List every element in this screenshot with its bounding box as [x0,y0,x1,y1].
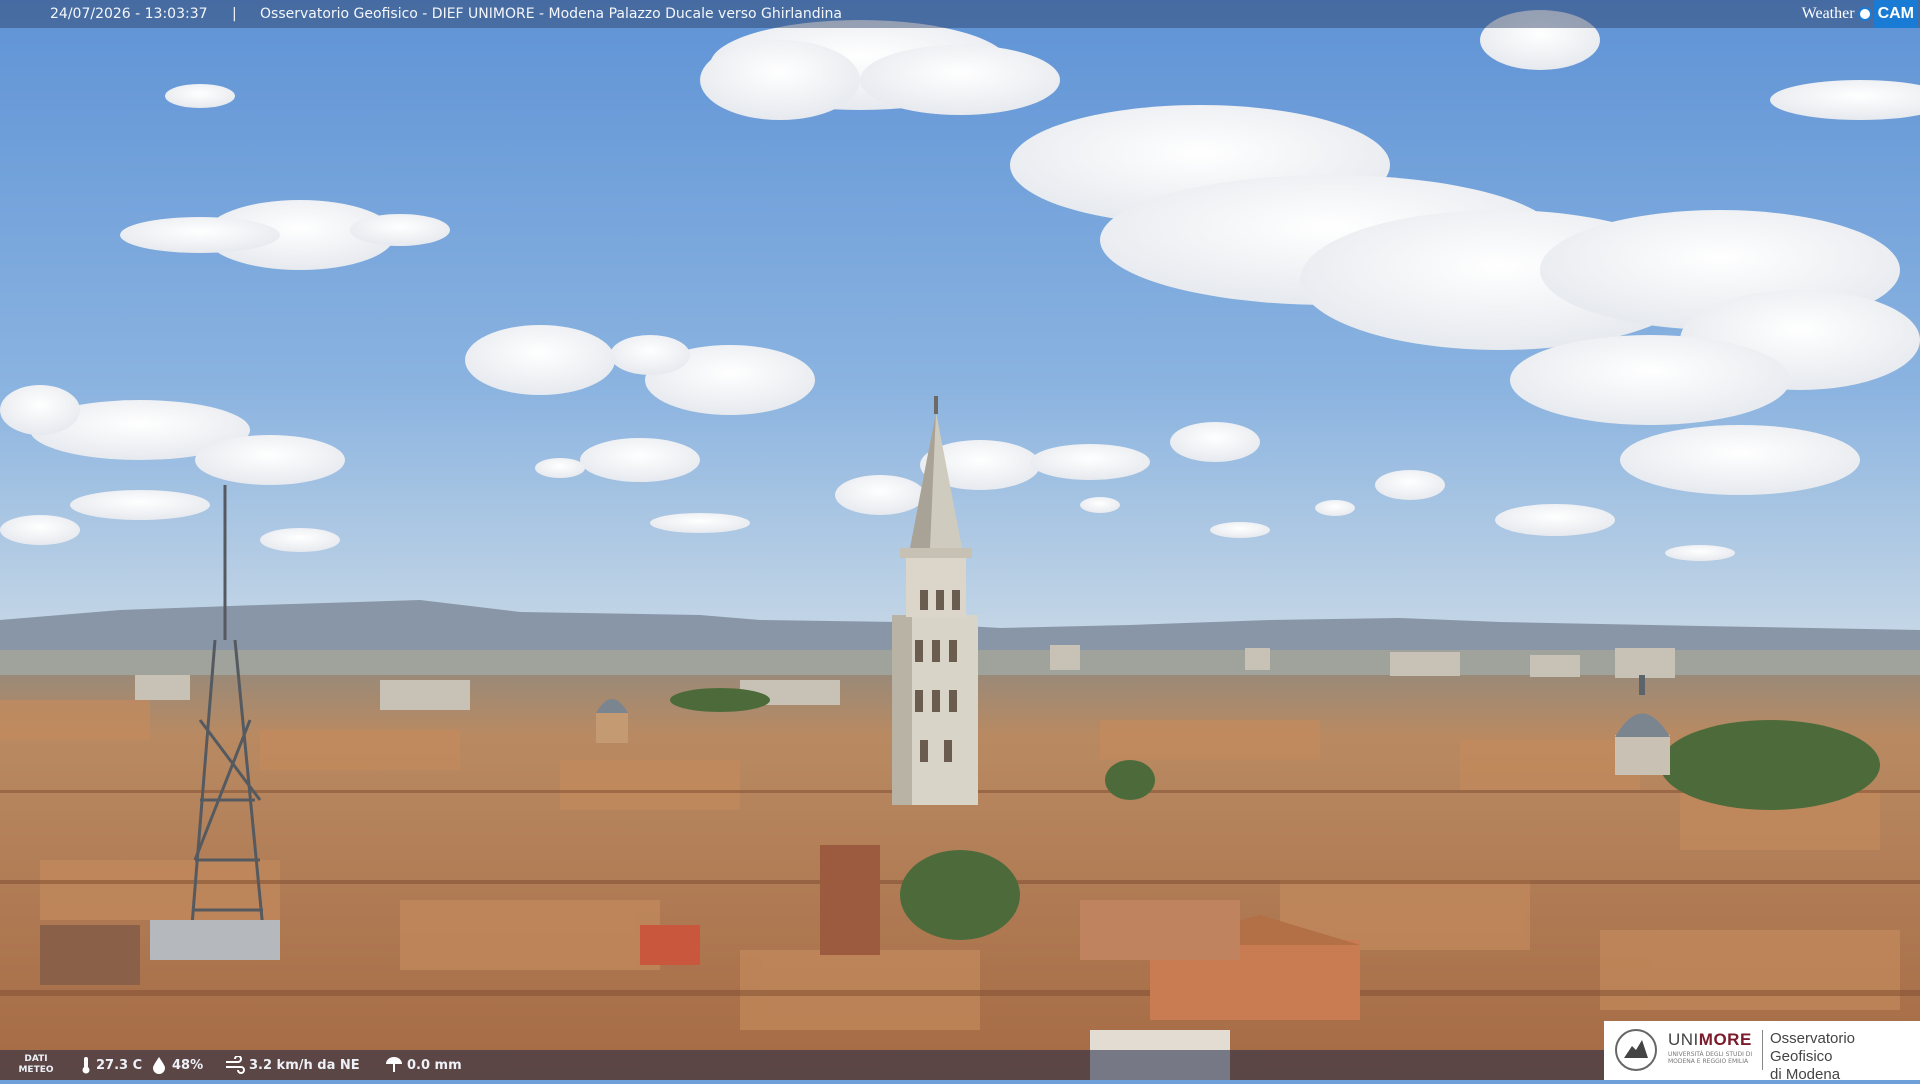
university-seal-icon [1615,1029,1657,1071]
weather-label-line1: DATI [24,1054,48,1064]
separator: | [232,6,237,22]
unimore-subtitle: UNIVERSITÀ DEGLI STUDI DI MODENA E REGGI… [1668,1051,1753,1065]
rain-value: 0.0 mm [407,1057,462,1073]
observatory-name: Osservatorio Geofisico di Modena [1770,1030,1920,1084]
weathercam-text: Weather [1801,5,1855,22]
temperature-value: 27.3 C [96,1057,143,1073]
camera-caption: Osservatorio Geofisico - DIEF UNIMORE - … [260,6,842,22]
title-bar: 24/07/2026 - 13:03:37 | Osservatorio Geo… [0,0,1920,28]
weathercam-cam-text: CAM [1873,0,1918,28]
logo-divider [1762,1030,1763,1070]
unimore-more: MORE [1698,1030,1752,1049]
observatory-name-line2: di Modena [1770,1066,1841,1083]
weather-label: DATI METEO [16,1054,56,1076]
weather-label-line2: METEO [18,1065,54,1075]
unimore-wordmark: UNIMORE [1668,1030,1752,1050]
unimore-uni: UNI [1668,1030,1699,1049]
unimore-logo: UNIMORE UNIVERSITÀ DEGLI STUDI DI MODENA… [1604,1021,1920,1083]
wind-reading: 3.2 km/h da NE [225,1056,360,1074]
humidity-reading: 48% [150,1056,203,1074]
umbrella-icon [386,1057,402,1072]
weathercam-logo: Weather CAM [1801,0,1918,28]
rain-reading: 0.0 mm [385,1056,462,1074]
humidity-icon [153,1057,165,1074]
wind-icon [226,1056,245,1074]
lens-icon [1857,7,1872,21]
webcam-photo [0,0,1920,1080]
temperature-reading: 27.3 C [80,1056,142,1074]
observatory-name-line1: Osservatorio Geofisico [1770,1030,1856,1065]
thermometer-icon [82,1057,90,1074]
humidity-value: 48% [172,1057,204,1073]
wind-value: 3.2 km/h da NE [249,1057,360,1073]
timestamp: 24/07/2026 - 13:03:37 [50,6,208,22]
